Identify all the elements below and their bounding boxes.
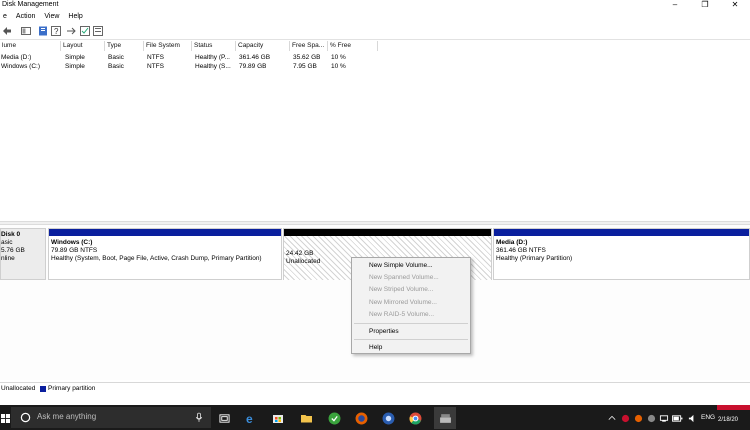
clock[interactable]: 2/18/20 xyxy=(718,407,750,428)
partition-windows-c[interactable]: Windows (C:) 79.89 GB NTFS Healthy (Syst… xyxy=(48,228,282,280)
start-windows-icon[interactable] xyxy=(0,410,11,426)
clock-time xyxy=(718,407,750,416)
menu-separator xyxy=(354,339,468,340)
partition-media-d[interactable]: Media (D:) 361.46 GB NTFS Healthy (Prima… xyxy=(493,228,750,280)
toolbar: ? xyxy=(0,22,750,40)
legend-primary-swatch xyxy=(40,386,46,392)
cell-layout: Simple xyxy=(65,54,85,61)
menu-item-new-striped-volume[interactable]: New Striped Volume... xyxy=(369,285,433,294)
partition-title: Windows (C:) xyxy=(51,239,93,246)
connect-icon[interactable] xyxy=(66,26,76,36)
cell-file-system: NTFS xyxy=(147,54,164,61)
cell-type: Basic xyxy=(108,54,124,61)
menu-item-new-mirrored-volume[interactable]: New Mirrored Volume... xyxy=(369,298,437,307)
store-icon[interactable] xyxy=(270,410,286,426)
console-tree-icon[interactable] xyxy=(21,26,31,36)
cell-status: Healthy (S... xyxy=(195,63,231,70)
cell-free-space: 7.95 GB xyxy=(293,63,317,70)
column-header-percent-free[interactable]: % Free xyxy=(328,41,378,51)
menu-view[interactable]: View xyxy=(41,11,65,22)
disk-label[interactable]: Disk 0 asic 5.76 GB nline xyxy=(0,228,46,280)
microphone-icon[interactable] xyxy=(195,412,203,425)
column-header-free-space[interactable]: Free Spa... xyxy=(290,41,328,51)
menu-item-new-raid5-volume[interactable]: New RAID-5 Volume... xyxy=(369,310,434,319)
legend-primary: Primary partition xyxy=(48,385,96,392)
menu-bar: e Action View Help xyxy=(0,11,750,22)
menu-separator xyxy=(354,323,468,324)
view-icon[interactable] xyxy=(93,26,103,36)
partition-size: 361.46 GB NTFS xyxy=(496,247,546,254)
properties-icon[interactable] xyxy=(38,26,48,36)
partition-status: Healthy (Primary Partition) xyxy=(496,255,573,262)
svg-text:?: ? xyxy=(54,27,59,36)
menu-item-help[interactable]: Help xyxy=(369,343,382,352)
close-button[interactable]: ✕ xyxy=(720,0,750,11)
battery-icon[interactable] xyxy=(669,410,685,426)
cell-percent-free: 10 % xyxy=(331,54,346,61)
menu-file[interactable]: e xyxy=(0,11,13,22)
task-view-icon[interactable] xyxy=(216,410,232,426)
context-menu: New Simple Volume... New Spanned Volume.… xyxy=(351,257,471,354)
disk-management-app-icon[interactable] xyxy=(434,407,456,429)
check-icon[interactable] xyxy=(80,26,90,36)
cell-file-system: NTFS xyxy=(147,63,164,70)
file-explorer-icon[interactable] xyxy=(298,410,314,426)
edge-browser-icon[interactable]: e xyxy=(243,410,259,426)
cell-type: Basic xyxy=(108,63,124,70)
column-header-file-system[interactable]: File System xyxy=(144,41,192,51)
unallocated-bar xyxy=(284,229,491,236)
cell-capacity: 79.89 GB xyxy=(239,63,267,70)
title-bar: Disk Management – ❐ ✕ xyxy=(0,0,750,11)
disk-size: 5.76 GB xyxy=(1,247,25,254)
menu-item-new-simple-volume[interactable]: New Simple Volume... xyxy=(369,261,433,270)
column-header-type[interactable]: Type xyxy=(105,41,144,51)
window-title: Disk Management xyxy=(2,1,59,8)
legend-unallocated: Unallocated xyxy=(1,385,36,392)
restore-button[interactable]: ❐ xyxy=(690,0,720,11)
cell-free-space: 35.62 GB xyxy=(293,54,321,61)
cell-status: Healthy (P... xyxy=(195,54,230,61)
clock-date: 2/18/20 xyxy=(718,417,739,423)
menu-item-new-spanned-volume[interactable]: New Spanned Volume... xyxy=(369,273,439,282)
volume-list: lume Layout Type File System Status Capa… xyxy=(0,40,750,221)
cell-layout: Simple xyxy=(65,63,85,70)
cell-percent-free: 10 % xyxy=(331,63,346,70)
app-blue-icon[interactable] xyxy=(380,410,396,426)
partition-title: Media (D:) xyxy=(496,239,528,246)
disk-name: Disk 0 xyxy=(1,231,21,238)
help-icon[interactable]: ? xyxy=(51,26,61,36)
window-controls: – ❐ ✕ xyxy=(660,0,750,11)
menu-item-properties[interactable]: Properties xyxy=(369,327,399,336)
firefox-icon[interactable] xyxy=(353,410,369,426)
volume-speaker-icon[interactable] xyxy=(684,410,700,426)
disk-state: nline xyxy=(1,255,15,262)
column-header-capacity[interactable]: Capacity xyxy=(236,41,290,51)
disk-type: asic xyxy=(1,239,13,246)
partition-size: 79.89 GB NTFS xyxy=(51,247,98,254)
input-language[interactable]: ENG xyxy=(701,414,715,421)
minimize-button[interactable]: – xyxy=(660,0,690,11)
legend: Unallocated Primary partition xyxy=(0,382,750,394)
cell-volume: Media (D:) xyxy=(1,54,32,61)
column-header-status[interactable]: Status xyxy=(192,41,236,51)
partition-status: Healthy (System, Boot, Page File, Active… xyxy=(51,255,262,262)
menu-help[interactable]: Help xyxy=(65,11,88,22)
taskbar: Ask me anything e ENG 2/18/20 xyxy=(0,405,750,430)
svg-text:e: e xyxy=(246,412,253,424)
menu-action[interactable]: Action xyxy=(13,11,41,22)
cell-capacity: 361.46 GB xyxy=(239,54,271,61)
cell-volume: Windows (C:) xyxy=(1,63,41,70)
search-placeholder: Ask me anything xyxy=(37,412,97,421)
column-header-layout[interactable]: Layout xyxy=(61,41,105,51)
app-green-icon[interactable] xyxy=(326,410,342,426)
search-icon xyxy=(20,412,31,425)
back-arrow-icon[interactable] xyxy=(2,26,12,36)
primary-partition-bar xyxy=(494,229,749,236)
column-header-volume[interactable]: lume xyxy=(0,41,61,51)
chrome-icon[interactable] xyxy=(407,410,423,426)
search-box[interactable]: Ask me anything xyxy=(11,407,211,428)
primary-partition-bar xyxy=(49,229,281,236)
